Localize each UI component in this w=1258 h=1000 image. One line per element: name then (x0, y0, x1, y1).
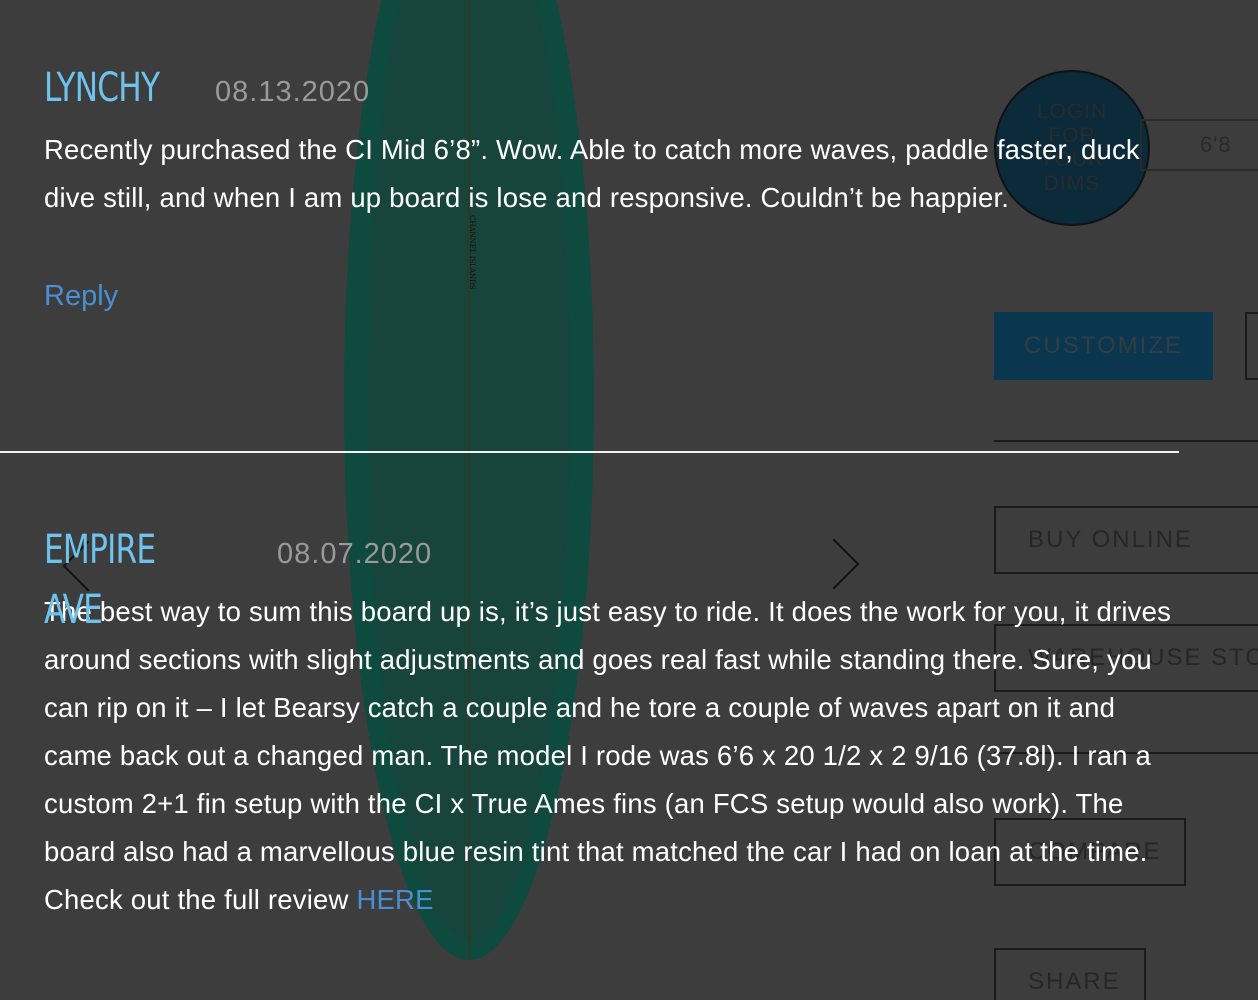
review-text-content: The best way to sum this board up is, it… (44, 596, 1172, 915)
full-review-link[interactable]: HERE (356, 884, 433, 915)
review-text: Recently purchased the CI Mid 6’8”. Wow.… (44, 134, 1140, 213)
panel-divider (994, 440, 1258, 442)
review-header: EMPIRE AVE 08.07.2020 (44, 520, 1184, 633)
reply-link[interactable]: Reply (44, 280, 118, 313)
reviewer-name: LYNCHY (44, 65, 160, 111)
reviewer-name: EMPIRE AVE (44, 527, 156, 633)
reviews-overlay-page: CHANNEL ISLANDS LOGIN FOR YOUR DIMS 6'8 … (0, 0, 1258, 1000)
review-item: LYNCHY 08.13.2020 Recently purchased the… (44, 58, 1184, 313)
share-button[interactable]: SHARE (994, 948, 1146, 1000)
review-divider (0, 451, 1179, 453)
review-text: The best way to sum this board up is, it… (44, 588, 1184, 924)
review-header: LYNCHY 08.13.2020 (44, 58, 1184, 118)
secondary-action-button[interactable] (1245, 312, 1258, 380)
review-date: 08.07.2020 (277, 538, 433, 570)
review-item: EMPIRE AVE 08.07.2020 The best way to su… (44, 520, 1184, 924)
review-date: 08.13.2020 (215, 76, 371, 108)
customize-button[interactable]: CUSTOMIZE (994, 312, 1213, 380)
